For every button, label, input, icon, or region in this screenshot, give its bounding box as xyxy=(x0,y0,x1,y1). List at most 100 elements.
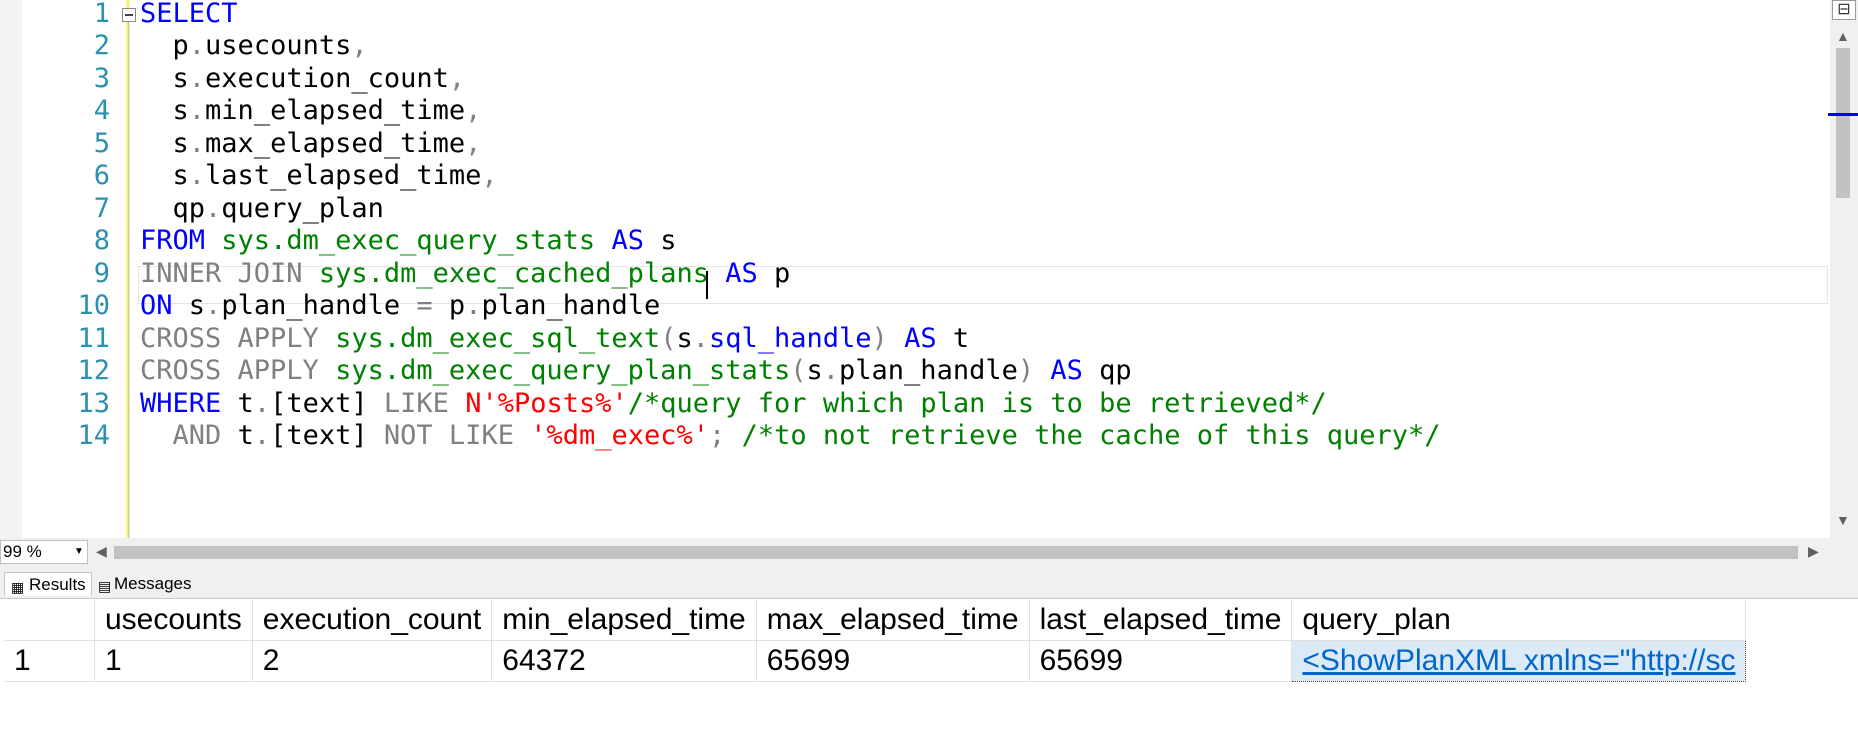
results-table[interactable]: usecounts execution_count min_elapsed_ti… xyxy=(4,600,1747,682)
split-editor-icon[interactable]: ⊟ xyxy=(1832,0,1856,20)
scroll-up-icon[interactable]: ▲ xyxy=(1836,28,1850,44)
identifier: execution_count xyxy=(205,63,449,94)
grid-icon: ▦ xyxy=(11,579,25,595)
table-cell[interactable]: 1 xyxy=(94,640,253,682)
row-header-corner[interactable] xyxy=(4,600,95,641)
code-line-14[interactable]: AND t.[text] NOT LIKE '%dm_exec%'; /*to … xyxy=(140,417,1441,455)
table-cell[interactable]: 65699 xyxy=(1029,640,1293,682)
collapse-toggle-icon[interactable] xyxy=(122,8,136,22)
keyword: CROSS APPLY xyxy=(140,355,319,386)
tab-results[interactable]: ▦ Results xyxy=(4,572,92,596)
identifier: s xyxy=(172,63,189,94)
table-cell[interactable]: 65699 xyxy=(756,640,1030,682)
system-object: sys.dm_exec_cached_plans xyxy=(318,258,709,289)
system-object: sys.dm_exec_query_stats xyxy=(221,225,596,256)
keyword: WHERE xyxy=(140,388,222,419)
identifier: p xyxy=(172,30,189,61)
punctuation: . xyxy=(253,388,271,419)
comment: /*to not retrieve the cache of this quer… xyxy=(741,420,1441,451)
punctuation: . xyxy=(188,95,206,126)
identifier: plan_handle xyxy=(221,290,401,321)
keyword: INNER JOIN xyxy=(140,258,303,289)
keyword: AS xyxy=(725,258,758,289)
identifier: sql_handle xyxy=(708,323,872,354)
punctuation: ) xyxy=(1017,355,1035,386)
punctuation: , xyxy=(448,63,466,94)
punctuation: ( xyxy=(790,355,807,386)
tab-label: Messages xyxy=(114,574,192,593)
query-plan-link-cell[interactable]: <ShowPlanXML xmlns="http://sc xyxy=(1291,640,1747,682)
table-cell[interactable]: 64372 xyxy=(491,640,757,682)
identifier: min_elapsed_time xyxy=(205,95,466,126)
keyword: ON xyxy=(140,290,173,321)
identifier: qp xyxy=(172,193,206,224)
identifier: query_plan xyxy=(221,193,384,224)
scroll-right-icon[interactable]: ▶ xyxy=(1808,543,1819,560)
row-number[interactable]: 1 xyxy=(4,640,95,682)
identifier: [text] xyxy=(270,388,368,419)
line-number: 14 xyxy=(77,420,110,451)
identifier: usecounts xyxy=(205,30,352,61)
column-header[interactable]: query_plan xyxy=(1291,600,1747,641)
tab-messages[interactable]: ▤ Messages xyxy=(96,572,214,596)
punctuation: . xyxy=(205,193,222,224)
identifier: p xyxy=(448,290,466,321)
sql-editor[interactable]: 1 2 3 4 5 6 7 8 9 10 11 12 13 14 SELECT … xyxy=(0,0,1858,538)
column-header[interactable]: usecounts xyxy=(94,600,253,641)
identifier: s xyxy=(188,290,206,321)
punctuation: ( xyxy=(660,323,677,354)
column-header[interactable]: execution_count xyxy=(252,600,493,641)
keyword: AND xyxy=(172,420,222,451)
results-tabbar xyxy=(0,566,1858,598)
identifier: s xyxy=(806,355,823,386)
identifier: t xyxy=(237,420,254,451)
caret-position-marker xyxy=(1828,113,1858,116)
zoom-value: 99 % xyxy=(3,542,42,561)
punctuation: . xyxy=(465,290,482,321)
punctuation: . xyxy=(822,355,840,386)
identifier: plan_handle xyxy=(481,290,661,321)
identifier: s xyxy=(660,225,677,256)
operator: = xyxy=(416,290,433,321)
identifier: s xyxy=(172,95,189,126)
punctuation: , xyxy=(351,30,368,61)
punctuation: . xyxy=(692,323,709,354)
punctuation: , xyxy=(465,95,482,126)
outline-guide xyxy=(128,22,129,538)
punctuation: . xyxy=(188,128,206,159)
punctuation: ; xyxy=(709,420,726,451)
punctuation: . xyxy=(188,63,206,94)
keyword: CROSS APPLY xyxy=(140,323,319,354)
keyword: AS xyxy=(1050,355,1083,386)
column-header[interactable]: last_elapsed_time xyxy=(1029,600,1293,641)
messages-icon: ▤ xyxy=(98,578,112,594)
identifier: max_elapsed_time xyxy=(205,128,466,159)
identifier: plan_handle xyxy=(839,355,1018,386)
chevron-down-icon[interactable]: ▼ xyxy=(74,546,84,557)
column-header[interactable]: min_elapsed_time xyxy=(491,600,757,641)
scroll-down-icon[interactable]: ▼ xyxy=(1836,512,1850,528)
tab-label: Results xyxy=(29,575,86,594)
identifier: s xyxy=(676,323,693,354)
query-plan-link[interactable]: <ShowPlanXML xmlns="http://sc xyxy=(1302,644,1735,677)
punctuation: . xyxy=(253,420,271,451)
vertical-scroll-thumb[interactable] xyxy=(1836,48,1850,198)
keyword: AS xyxy=(904,323,937,354)
comment: /*query for which plan is to be retrieve… xyxy=(627,388,1327,419)
identifier: qp xyxy=(1099,355,1132,386)
table-row[interactable]: 1 1 2 64372 65699 65699 <ShowPlanXML xml… xyxy=(4,640,1747,682)
column-header[interactable]: max_elapsed_time xyxy=(756,600,1030,641)
punctuation: ) xyxy=(871,323,888,354)
system-function: sys.dm_exec_sql_text xyxy=(335,323,661,354)
keyword: FROM xyxy=(140,225,206,256)
identifier: t xyxy=(237,388,254,419)
identifier: s xyxy=(172,160,189,191)
string-literal: N'%Posts%' xyxy=(465,388,628,419)
scroll-left-icon[interactable]: ◀ xyxy=(96,543,107,560)
horizontal-scroll-thumb[interactable] xyxy=(114,546,1798,559)
keyword: AS xyxy=(611,225,644,256)
table-cell[interactable]: 2 xyxy=(252,640,493,682)
editor-margin xyxy=(0,0,22,538)
keyword: NOT LIKE xyxy=(383,420,514,451)
keyword: SELECT xyxy=(140,0,238,29)
